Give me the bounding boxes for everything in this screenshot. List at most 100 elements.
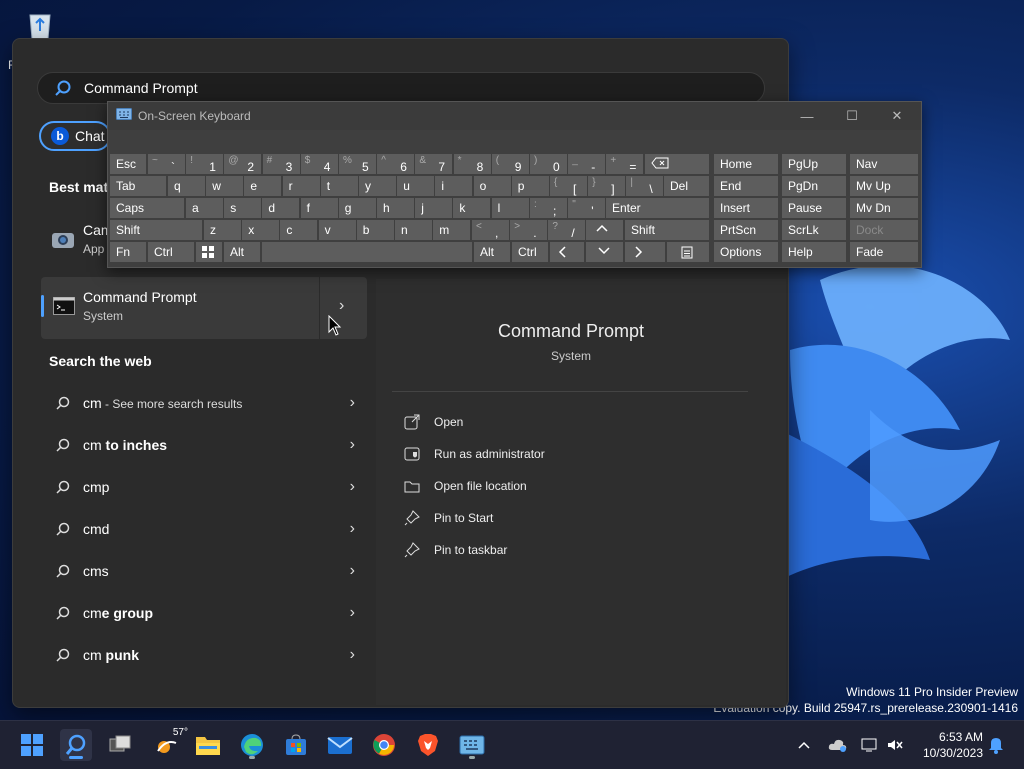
- key-number[interactable]: _ -: [568, 154, 606, 174]
- key-letter[interactable]: b: [356, 220, 394, 240]
- widgets-button[interactable]: 57°: [150, 727, 188, 761]
- key-symbol[interactable]: " ': [568, 198, 606, 218]
- key-letter[interactable]: c: [280, 220, 318, 240]
- start-button[interactable]: [16, 729, 48, 761]
- key-left-alt[interactable]: Alt: [224, 242, 260, 262]
- action-run-as-admin[interactable]: Run as administrator: [404, 442, 545, 466]
- key-number[interactable]: $4: [300, 154, 338, 174]
- key-pgdn[interactable]: PgDn: [782, 176, 846, 196]
- key-letter[interactable]: h: [377, 198, 414, 218]
- key-delete[interactable]: Del: [664, 176, 709, 196]
- key-prtscn[interactable]: PrtScn: [714, 220, 778, 240]
- key-right-ctrl[interactable]: Ctrl: [512, 242, 548, 262]
- key-symbol[interactable]: :;: [530, 198, 567, 218]
- key-pause[interactable]: Pause: [782, 198, 846, 218]
- key-letter[interactable]: x: [242, 220, 280, 240]
- key-symbol[interactable]: >.: [510, 220, 548, 240]
- task-view-button[interactable]: [104, 729, 136, 761]
- show-hidden-icons-button[interactable]: [796, 721, 812, 769]
- chrome-button[interactable]: [368, 729, 400, 761]
- key-letter[interactable]: w: [206, 176, 244, 196]
- best-match-command-prompt[interactable]: Command Prompt System ›: [41, 277, 367, 339]
- key-letter[interactable]: k: [453, 198, 491, 218]
- key-letter[interactable]: s: [224, 198, 262, 218]
- key-letter[interactable]: j: [415, 198, 453, 218]
- key-help[interactable]: Help: [782, 242, 846, 262]
- volume-tray-button[interactable]: [886, 721, 904, 769]
- key-menu[interactable]: [667, 242, 709, 262]
- key-number[interactable]: ! 1: [186, 154, 224, 174]
- key-letter[interactable]: o: [473, 176, 511, 196]
- key-windows[interactable]: [196, 242, 222, 262]
- key-symbol[interactable]: ? /: [548, 220, 586, 240]
- key-options[interactable]: Options: [714, 242, 778, 262]
- key-arrow-down[interactable]: [586, 242, 623, 262]
- maximize-button[interactable]: ☐: [837, 106, 867, 126]
- key-letter[interactable]: f: [300, 198, 338, 218]
- notifications-button[interactable]: [988, 721, 1004, 769]
- key-enter[interactable]: Enter: [606, 198, 709, 218]
- key-symbol[interactable]: | \: [626, 176, 664, 196]
- key-letter[interactable]: n: [395, 220, 432, 240]
- osk-taskbar-button[interactable]: [456, 729, 488, 761]
- key-symbol[interactable]: <,: [472, 220, 509, 240]
- key-space[interactable]: [262, 242, 472, 262]
- web-result-item[interactable]: cm to inches ›: [55, 429, 355, 461]
- action-open-file-location[interactable]: Open file location: [404, 474, 527, 498]
- key-pgup[interactable]: PgUp: [782, 154, 846, 174]
- key-number[interactable]: + =: [606, 154, 644, 174]
- key-letter[interactable]: l: [491, 198, 529, 218]
- key-end[interactable]: End: [714, 176, 778, 196]
- key-letter[interactable]: a: [186, 198, 223, 218]
- onedrive-tray-button[interactable]: [828, 721, 848, 769]
- key-letter[interactable]: i: [435, 176, 473, 196]
- key-number[interactable]: ^ 6: [377, 154, 415, 174]
- key-letter[interactable]: u: [397, 176, 435, 196]
- key-letter[interactable]: z: [204, 220, 241, 240]
- key-number[interactable]: ) 0: [530, 154, 567, 174]
- key-mv-up[interactable]: Mv Up: [850, 176, 918, 196]
- key-right-shift[interactable]: Shift: [625, 220, 709, 240]
- close-button[interactable]: ✕: [882, 106, 912, 126]
- key-letter[interactable]: d: [262, 198, 300, 218]
- key-number[interactable]: (9: [491, 154, 529, 174]
- key-letter[interactable]: q: [168, 176, 205, 196]
- key-arrow-left[interactable]: [550, 242, 584, 262]
- key-letter[interactable]: r: [282, 176, 320, 196]
- brave-button[interactable]: [412, 729, 444, 761]
- web-result-item[interactable]: cms ›: [55, 555, 355, 587]
- key-letter[interactable]: v: [318, 220, 356, 240]
- key-arrow-right[interactable]: [625, 242, 665, 262]
- recycle-bin-icon[interactable]: [22, 8, 58, 42]
- key-letter[interactable]: t: [320, 176, 358, 196]
- key-fade[interactable]: Fade: [850, 242, 918, 262]
- key-letter[interactable]: e: [244, 176, 282, 196]
- minimize-button[interactable]: —: [792, 106, 822, 126]
- key-number[interactable]: * 8: [453, 154, 491, 174]
- key-home[interactable]: Home: [714, 154, 778, 174]
- key-insert[interactable]: Insert: [714, 198, 778, 218]
- mail-button[interactable]: [324, 729, 356, 761]
- web-result-item[interactable]: cmd ›: [55, 513, 355, 545]
- key-number[interactable]: % 5: [339, 154, 376, 174]
- key-letter[interactable]: p: [511, 176, 549, 196]
- osk-titlebar[interactable]: On-Screen Keyboard — ☐ ✕: [108, 102, 921, 130]
- key-number[interactable]: #3: [262, 154, 300, 174]
- action-open[interactable]: Open: [404, 410, 463, 434]
- key-fn[interactable]: Fn: [110, 242, 146, 262]
- system-clock[interactable]: 6:53 AM 10/30/2023: [913, 729, 983, 761]
- store-button[interactable]: [280, 729, 312, 761]
- key-arrow-up[interactable]: [586, 220, 623, 240]
- key-letter[interactable]: y: [359, 176, 396, 196]
- key-left-ctrl[interactable]: Ctrl: [148, 242, 194, 262]
- web-result-item[interactable]: cmp ›: [55, 471, 355, 503]
- key-right-alt[interactable]: Alt: [474, 242, 510, 262]
- key-scrlk[interactable]: ScrLk: [782, 220, 846, 240]
- key-left-shift[interactable]: Shift: [110, 220, 202, 240]
- key-mv-dn[interactable]: Mv Dn: [850, 198, 918, 218]
- action-pin-to-start[interactable]: Pin to Start: [404, 506, 493, 530]
- key-backspace[interactable]: [645, 154, 709, 174]
- key-dock[interactable]: Dock: [850, 220, 918, 240]
- key-caps-lock[interactable]: Caps: [110, 198, 184, 218]
- network-tray-button[interactable]: [860, 721, 878, 769]
